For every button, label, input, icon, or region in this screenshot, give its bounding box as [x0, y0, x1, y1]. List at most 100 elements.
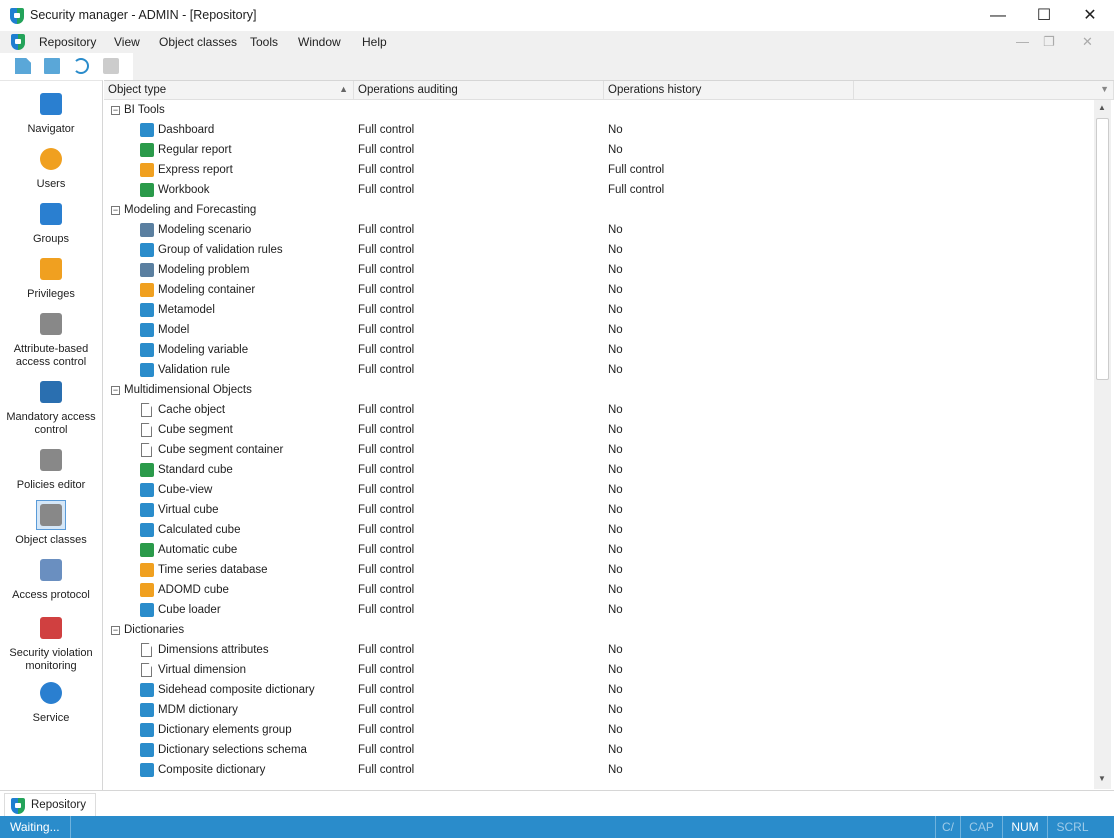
menu-help[interactable]: Help [362, 35, 387, 49]
group-row[interactable]: − Dictionaries [104, 620, 1094, 640]
object-type-icon [140, 343, 154, 357]
sidebar-item-label: Security violation monitoring [9, 647, 93, 672]
table-row[interactable]: Cube-view Full control No [104, 480, 1094, 500]
sidebar-item-service[interactable]: Service [2, 678, 100, 725]
mdi-minimize-button[interactable]: — [1016, 34, 1029, 49]
scroll-up-icon[interactable]: ▲ [1098, 103, 1106, 112]
table-row[interactable]: Model Full control No [104, 320, 1094, 340]
object-type: Modeling variable [158, 344, 249, 356]
table-row[interactable]: Dictionary elements group Full control No [104, 720, 1094, 740]
gear-doc-icon [36, 500, 66, 530]
sidebar-item-security-violation-monitoring[interactable]: Security violation monitoring [2, 613, 100, 673]
operations-auditing: Full control [358, 284, 415, 296]
column-header-object-type[interactable]: Object type ▲ [104, 81, 354, 100]
table-row[interactable]: Modeling container Full control No [104, 280, 1094, 300]
collapse-icon[interactable]: − [111, 626, 120, 635]
table-row[interactable]: Cube loader Full control No [104, 600, 1094, 620]
object-type: Modeling problem [158, 264, 250, 276]
group-row[interactable]: − Multidimensional Objects [104, 380, 1094, 400]
table-row[interactable]: Group of validation rules Full control No [104, 240, 1094, 260]
table-row[interactable]: Workbook Full control Full control [104, 180, 1094, 200]
table-row[interactable]: Automatic cube Full control No [104, 540, 1094, 560]
group-row[interactable]: − Modeling and Forecasting [104, 200, 1094, 220]
table-row[interactable]: Regular report Full control No [104, 140, 1094, 160]
mdi-close-button[interactable]: ✕ [1082, 34, 1093, 50]
table-row[interactable]: Metamodel Full control No [104, 300, 1094, 320]
table-row[interactable]: ADOMD cube Full control No [104, 580, 1094, 600]
column-chooser-icon[interactable]: ▼ [854, 81, 1114, 100]
minimize-button[interactable]: — [975, 0, 1021, 31]
table-row[interactable]: Cache object Full control No [104, 400, 1094, 420]
operations-history: No [608, 424, 623, 436]
object-type-icon [140, 363, 154, 377]
menu-app-icon[interactable] [11, 34, 25, 50]
sidebar-item-attribute-based-access-control[interactable]: Attribute-based access control [2, 309, 100, 369]
mdi-restore-button[interactable]: ❐ [1043, 34, 1055, 50]
object-types-grid: Object type ▲ Operations auditing Operati… [104, 80, 1114, 790]
operations-history: Full control [608, 164, 665, 176]
menu-view[interactable]: View [114, 35, 140, 49]
table-row[interactable]: Dashboard Full control No [104, 120, 1094, 140]
operations-auditing: Full control [358, 644, 415, 656]
table-row[interactable]: Calculated cube Full control No [104, 520, 1094, 540]
collapse-icon[interactable]: − [111, 106, 120, 115]
table-row[interactable]: Composite dictionary Full control No [104, 760, 1094, 780]
table-row[interactable]: Cube segment container Full control No [104, 440, 1094, 460]
title-bar: Security manager - ADMIN - [Repository] … [0, 0, 1114, 31]
collapse-icon[interactable]: − [111, 206, 120, 215]
open-document-icon[interactable] [44, 58, 60, 74]
menu-repository[interactable]: Repository [39, 35, 96, 49]
scroll-down-icon[interactable]: ▼ [1098, 774, 1106, 783]
object-type: Virtual cube [158, 504, 219, 516]
table-row[interactable]: Virtual cube Full control No [104, 500, 1094, 520]
operations-auditing: Full control [358, 184, 415, 196]
refresh-icon[interactable] [73, 58, 89, 74]
table-row[interactable]: Dictionary selections schema Full control… [104, 740, 1094, 760]
table-row[interactable]: Virtual dimension Full control No [104, 660, 1094, 680]
scrollbar-thumb[interactable] [1096, 118, 1109, 380]
column-header-operations-history[interactable]: Operations history [604, 81, 854, 100]
operations-history: No [608, 644, 623, 656]
object-type-icon [140, 703, 154, 717]
close-button[interactable]: ✕ [1067, 0, 1113, 31]
sidebar-item-access-protocol[interactable]: Access protocol [2, 555, 100, 602]
tab-repository[interactable]: Repository [4, 793, 96, 816]
new-document-icon[interactable] [15, 58, 31, 74]
menu-tools[interactable]: Tools [250, 35, 278, 49]
collapse-icon[interactable]: − [111, 386, 120, 395]
table-row[interactable]: Validation rule Full control No [104, 360, 1094, 380]
object-type: Cube-view [158, 484, 213, 496]
sidebar-item-navigator[interactable]: Navigator [2, 89, 100, 136]
table-row[interactable]: Express report Full control Full control [104, 160, 1094, 180]
vertical-scrollbar[interactable]: ▲ ▼ [1094, 100, 1111, 789]
sidebar-item-groups[interactable]: Groups [2, 199, 100, 246]
table-row[interactable]: Modeling variable Full control No [104, 340, 1094, 360]
column-header-operations-auditing[interactable]: Operations auditing [354, 81, 604, 100]
sidebar-item-users[interactable]: Users [2, 144, 100, 191]
object-type-icon [140, 223, 154, 237]
sidebar-item-privileges[interactable]: Privileges [2, 254, 100, 301]
status-text: Waiting... [10, 820, 60, 834]
menu-window[interactable]: Window [298, 35, 341, 49]
sidebar-item-policies-editor[interactable]: Policies editor [2, 445, 100, 492]
group-name: Dictionaries [124, 624, 185, 636]
status-num: NUM [1002, 816, 1047, 838]
sidebar-item-object-classes[interactable]: Object classes [2, 500, 100, 547]
table-row[interactable]: Standard cube Full control No [104, 460, 1094, 480]
operations-auditing: Full control [358, 444, 415, 456]
table-row[interactable]: Sidehead composite dictionary Full contro… [104, 680, 1094, 700]
operations-auditing: Full control [358, 584, 415, 596]
group-row[interactable]: − BI Tools [104, 100, 1094, 120]
table-row[interactable]: Dimensions attributes Full control No [104, 640, 1094, 660]
maximize-button[interactable]: ☐ [1021, 0, 1067, 31]
menu-object-classes[interactable]: Object classes [159, 35, 237, 49]
table-row[interactable]: Modeling scenario Full control No [104, 220, 1094, 240]
table-row[interactable]: MDM dictionary Full control No [104, 700, 1094, 720]
table-row[interactable]: Time series database Full control No [104, 560, 1094, 580]
table-row[interactable]: Cube segment Full control No [104, 420, 1094, 440]
object-type-icon [141, 443, 152, 457]
sidebar-item-mandatory-access-control[interactable]: Mandatory access control [2, 377, 100, 437]
operations-history: No [608, 364, 623, 376]
operations-auditing: Full control [358, 304, 415, 316]
table-row[interactable]: Modeling problem Full control No [104, 260, 1094, 280]
